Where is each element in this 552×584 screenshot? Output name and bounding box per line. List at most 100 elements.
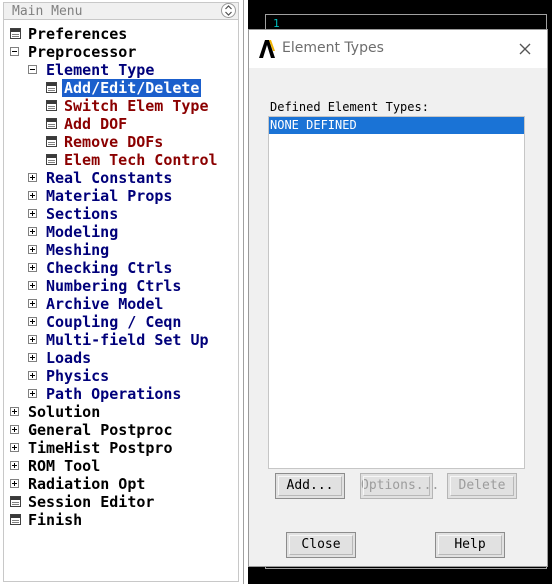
collapse-icon[interactable] — [10, 47, 19, 56]
menu-item-physics[interactable]: Physics — [4, 367, 238, 385]
menu-item-label: Solution — [28, 403, 101, 421]
menu-item-label: Multi-field Set Up — [46, 331, 209, 349]
menu-item-path-operations[interactable]: Path Operations — [4, 385, 238, 403]
close-button[interactable]: Close — [286, 532, 356, 558]
menu-item-material-props[interactable]: Material Props — [4, 187, 238, 205]
menu-item-preferences[interactable]: Preferences — [4, 25, 238, 43]
help-button[interactable]: Help — [435, 532, 505, 558]
window-icon — [46, 100, 57, 111]
delete-button[interactable]: Delete — [447, 473, 517, 499]
main-menu-panel: Main Menu Preferences Preprocessor Element… — [0, 0, 244, 584]
menu-item-numbering-ctrls[interactable]: Numbering Ctrls — [4, 277, 238, 295]
button-bevel — [363, 476, 430, 496]
menu-item-timehist-postpro[interactable]: TimeHist Postpro — [4, 439, 238, 457]
expand-icon[interactable] — [10, 425, 19, 434]
menu-item-remove-dofs[interactable]: Remove DOFs — [4, 133, 238, 151]
menu-item-rom-tool[interactable]: ROM Tool — [4, 457, 238, 475]
menu-item-label: Elem Tech Control — [64, 151, 218, 169]
expand-icon[interactable] — [28, 173, 37, 182]
menu-item-meshing[interactable]: Meshing — [4, 241, 238, 259]
menu-item-radiation-opt[interactable]: Radiation Opt — [4, 475, 238, 493]
menu-item-session-editor[interactable]: Session Editor — [4, 493, 238, 511]
menu-item-label: General Postproc — [28, 421, 173, 439]
menu-item-label: Path Operations — [46, 385, 182, 403]
window-icon — [10, 496, 21, 507]
defined-types-label: Defined Element Types: — [270, 100, 429, 114]
menu-item-checking-ctrls[interactable]: Checking Ctrls — [4, 259, 238, 277]
main-menu-header: Main Menu — [3, 2, 239, 20]
menu-item-add-edit-delete[interactable]: Add/Edit/Delete — [4, 79, 238, 97]
menu-item-preprocessor[interactable]: Preprocessor — [4, 43, 238, 61]
expand-icon[interactable] — [28, 209, 37, 218]
button-bevel — [278, 476, 342, 496]
menu-item-switch-elem-type[interactable]: Switch Elem Type — [4, 97, 238, 115]
menu-item-label: Physics — [46, 367, 110, 385]
menu-item-label: Radiation Opt — [28, 475, 146, 493]
button-bevel — [438, 535, 502, 555]
add-button[interactable]: Add... — [275, 473, 345, 499]
expand-icon[interactable] — [28, 299, 37, 308]
menu-item-label: Switch Elem Type — [64, 97, 209, 115]
close-icon[interactable] — [515, 39, 535, 59]
expand-icon[interactable] — [28, 245, 37, 254]
window-icon — [10, 514, 21, 525]
window-icon — [46, 82, 57, 93]
menu-item-label: Modeling — [46, 223, 119, 241]
menu-item-add-dof[interactable]: Add DOF — [4, 115, 238, 133]
button-bevel — [450, 476, 514, 496]
menu-item-label: Loads — [46, 349, 92, 367]
expand-icon[interactable] — [28, 371, 37, 380]
dialog-title: Element Types — [282, 40, 384, 56]
expand-icon[interactable] — [28, 191, 37, 200]
expand-icon[interactable] — [10, 407, 19, 416]
menu-item-label: Finish — [28, 511, 83, 529]
menu-item-label: Session Editor — [28, 493, 155, 511]
expand-icon[interactable] — [10, 443, 19, 452]
button-bevel — [289, 535, 353, 555]
menu-item-label: ROM Tool — [28, 457, 101, 475]
expand-icon[interactable] — [28, 263, 37, 272]
expand-icon[interactable] — [28, 227, 37, 236]
menu-item-label: Remove DOFs — [64, 133, 164, 151]
menu-item-solution[interactable]: Solution — [4, 403, 238, 421]
window-icon — [10, 28, 21, 39]
menu-item-sections[interactable]: Sections — [4, 205, 238, 223]
menu-item-archive-model[interactable]: Archive Model — [4, 295, 238, 313]
menu-item-label: Meshing — [46, 241, 110, 259]
expand-icon[interactable] — [28, 389, 37, 398]
double-chevron-icon — [225, 5, 232, 16]
element-types-dialog: Element Types Defined Element Types: NON… — [248, 29, 548, 567]
options-button[interactable]: Options... — [360, 473, 439, 499]
menu-item-label: Numbering Ctrls — [46, 277, 182, 295]
menu-item-label: Real Constants — [46, 169, 173, 187]
menu-item-loads[interactable]: Loads — [4, 349, 238, 367]
menu-item-label: Add DOF — [64, 115, 128, 133]
menu-item-label: Add/Edit/Delete — [62, 79, 202, 97]
menu-item-label: Archive Model — [46, 295, 164, 313]
window-icon — [46, 136, 57, 147]
menu-item-finish[interactable]: Finish — [4, 511, 238, 529]
list-item[interactable]: NONE DEFINED — [269, 117, 524, 134]
menu-item-multi-field-set-up[interactable]: Multi-field Set Up — [4, 331, 238, 349]
menu-item-label: Preferences — [28, 25, 128, 43]
ansys-logo-icon — [259, 40, 275, 58]
menu-item-element-type[interactable]: Element Type — [4, 61, 238, 79]
collapse-icon[interactable] — [28, 65, 37, 74]
main-menu-tree: Preferences Preprocessor Element Type Add/E… — [3, 20, 239, 582]
expand-icon[interactable] — [28, 335, 37, 344]
collapse-all-button[interactable] — [221, 3, 236, 18]
element-types-list[interactable]: NONE DEFINED — [268, 116, 525, 469]
expand-icon[interactable] — [28, 281, 37, 290]
dialog-titlebar[interactable]: Element Types — [249, 30, 547, 68]
menu-item-coupling-ceqn[interactable]: Coupling / Ceqn — [4, 313, 238, 331]
menu-item-real-constants[interactable]: Real Constants — [4, 169, 238, 187]
menu-item-elem-tech-control[interactable]: Elem Tech Control — [4, 151, 238, 169]
menu-item-label: TimeHist Postpro — [28, 439, 173, 457]
expand-icon[interactable] — [10, 461, 19, 470]
menu-item-general-postproc[interactable]: General Postproc — [4, 421, 238, 439]
expand-icon[interactable] — [28, 317, 37, 326]
expand-icon[interactable] — [28, 353, 37, 362]
menu-item-modeling[interactable]: Modeling — [4, 223, 238, 241]
expand-icon[interactable] — [10, 479, 19, 488]
menu-item-label: Sections — [46, 205, 119, 223]
